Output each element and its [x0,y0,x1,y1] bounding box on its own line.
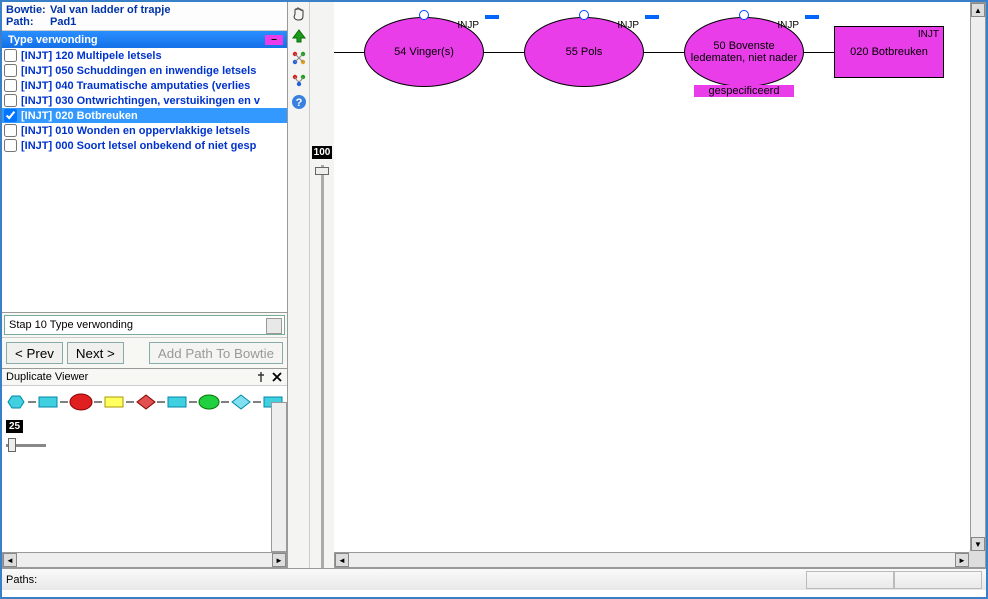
checklist-checkbox[interactable] [4,124,17,137]
node-label: 50 Bovenste ledematen, niet nader [689,40,799,64]
dup-node-diamond-red [134,392,158,412]
diagram-canvas[interactable]: INJP 54 Vinger(s) INJP 55 Pols INJP 50 Bovens… [334,2,986,568]
status-cell-1 [806,571,894,589]
section-title: Type verwonding [8,34,98,46]
add-path-button[interactable]: Add Path To Bowtie [149,342,283,364]
checklist-label: [INJT] 030 Ontwrichtingen, verstuikingen… [21,95,260,107]
scroll-right-icon[interactable]: ► [955,553,969,567]
zoom-slider[interactable] [313,165,331,568]
checklist-item[interactable]: [INJT] 000 Soort letsel onbekend of niet… [2,138,287,153]
checklist-checkbox[interactable] [4,49,17,62]
duplicate-chain [2,386,287,418]
checklist-label: [INJT] 120 Multipele letsels [21,50,162,62]
node-collapse-icon[interactable] [805,15,819,19]
dup-node-diamond-cyan [229,392,253,412]
diagram-node[interactable]: INJP 54 Vinger(s) [364,17,484,87]
checklist: [INJT] 120 Multipele letsels [INJT] 050 S… [2,48,287,313]
node-tag: INJP [617,20,639,31]
checklist-label: [INJT] 020 Botbreuken [21,110,138,122]
scroll-left-icon[interactable]: ◄ [335,553,349,567]
node-collapse-icon[interactable] [485,15,499,19]
duplicate-viewer-title: Duplicate Viewer [6,371,251,383]
checklist-checkbox[interactable] [4,139,17,152]
prev-button[interactable]: < Prev [6,342,63,364]
pin-icon[interactable] [255,371,267,383]
checklist-item[interactable]: [INJT] 030 Ontwrichtingen, verstuikingen… [2,93,287,108]
next-button[interactable]: Next > [67,342,124,364]
scroll-up-icon[interactable]: ▲ [971,3,985,17]
diagram-node[interactable]: INJP 55 Pols [524,17,644,87]
path-value: Pad1 [50,16,76,28]
nodes-arc-icon[interactable] [291,72,307,88]
status-paths-label: Paths: [6,574,806,586]
checklist-item[interactable]: [INJT] 120 Multipele letsels [2,48,287,63]
dup-node-rect-cyan2 [165,392,189,412]
info-bar: Bowtie: Val van ladder of trapje Path: P… [2,2,287,31]
checklist-label: [INJT] 050 Schuddingen en inwendige lets… [21,65,256,77]
node-handle-icon[interactable] [419,10,429,20]
dup-node-rect-cyan [36,392,60,412]
checklist-checkbox[interactable] [4,94,17,107]
scroll-down-icon[interactable]: ▼ [971,537,985,551]
canvas-panel: 100 INJP 54 Vinger(s) INJP 55 Pols INJP 50 Bo… [310,2,986,568]
nav-row: < Prev Next > Add Path To Bowtie [2,338,287,369]
step-select[interactable]: Stap 10 Type verwonding [4,315,285,335]
dup-vscroll[interactable] [271,402,287,552]
dup-slider[interactable] [6,436,46,454]
node-tag: INJP [457,20,479,31]
zoom-value: 100 [312,146,333,159]
dup-node-cloud-red [68,390,94,414]
dup-node-rect-yellow [102,392,126,412]
node-handle-icon[interactable] [739,10,749,20]
step-row: Stap 10 Type verwonding [2,313,287,338]
dup-hscroll[interactable]: ◄ ► [2,552,287,568]
node-handle-icon[interactable] [579,10,589,20]
svg-text:?: ? [295,97,302,109]
left-panel: Bowtie: Val van ladder of trapje Path: P… [2,2,288,568]
section-header[interactable]: Type verwonding – [2,31,287,48]
scroll-right-icon[interactable]: ► [272,553,286,567]
scroll-left-icon[interactable]: ◄ [3,553,17,567]
nodes-cross-icon[interactable] [291,50,307,66]
checklist-checkbox[interactable] [4,109,17,122]
checklist-item[interactable]: [INJT] 040 Traumatische amputaties (verl… [2,78,287,93]
dup-node-oval-green [197,392,221,412]
checklist-label: [INJT] 010 Wonden en oppervlakkige letse… [21,125,250,137]
dup-node-hex-cyan [4,392,28,412]
zoom-control: 100 [310,2,334,568]
duplicate-viewer-header: Duplicate Viewer [2,369,287,386]
canvas-hscroll[interactable]: ◄ ► [334,552,986,568]
checklist-label: [INJT] 000 Soort letsel onbekend of niet… [21,140,256,152]
node-collapse-icon[interactable] [645,15,659,19]
path-label: Path: [6,16,50,28]
help-icon[interactable]: ? [291,94,307,110]
dup-count-badge: 25 [6,420,23,433]
bowtie-value: Val van ladder of trapje [50,4,170,16]
diagram-node[interactable]: INJT 020 Botbreuken [834,26,944,78]
bowtie-label: Bowtie: [6,4,50,16]
checklist-item[interactable]: [INJT] 010 Wonden en oppervlakkige letse… [2,123,287,138]
node-extra-label: gespecificeerd [694,85,794,97]
checklist-item[interactable]: [INJT] 050 Schuddingen en inwendige lets… [2,63,287,78]
checklist-item[interactable]: [INJT] 020 Botbreuken [2,108,287,123]
node-tag: INJT [918,29,939,40]
duplicate-viewer: 25 ◄ ► [2,386,287,568]
node-label: 020 Botbreuken [850,46,928,58]
node-tag: INJP [777,20,799,31]
node-label: 54 Vinger(s) [394,46,454,58]
node-label: 55 Pols [566,46,603,58]
collapse-icon[interactable]: – [265,35,283,45]
status-bar: Paths: [2,568,986,590]
checklist-checkbox[interactable] [4,64,17,77]
up-arrow-icon[interactable] [291,28,307,44]
diagram-node[interactable]: INJP 50 Bovenste ledematen, niet nader [684,17,804,87]
hand-tool-icon[interactable] [291,6,307,22]
step-select-label: Stap 10 Type verwonding [9,319,133,331]
close-icon[interactable] [271,371,283,383]
canvas-vscroll[interactable]: ▲ ▼ [970,2,986,552]
checklist-checkbox[interactable] [4,79,17,92]
canvas-toolbar: ? [288,2,310,568]
status-cell-2 [894,571,982,589]
checklist-label: [INJT] 040 Traumatische amputaties (verl… [21,80,250,92]
